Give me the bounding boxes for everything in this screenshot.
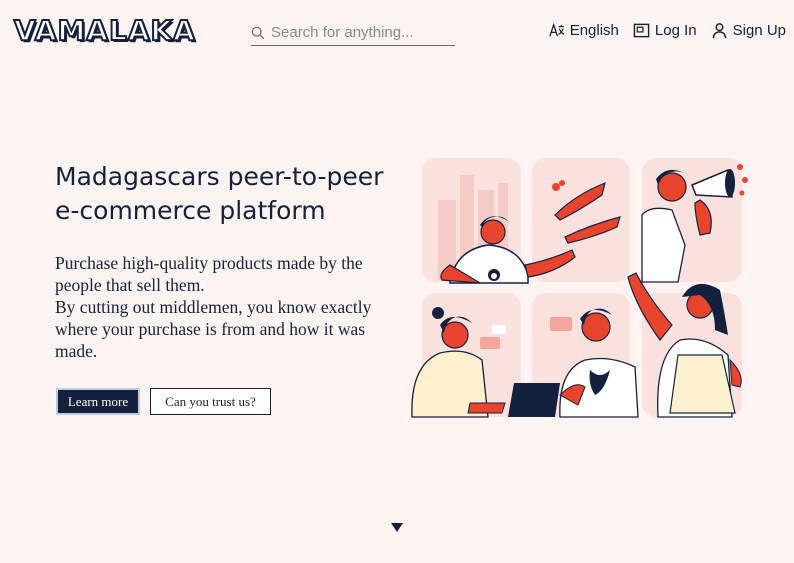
login-label: Log In <box>654 22 697 39</box>
language-icon <box>548 22 564 37</box>
top-nav: English Log In Sign Up <box>548 22 786 39</box>
user-icon <box>712 23 726 39</box>
scroll-down-arrow[interactable] <box>391 523 403 532</box>
search-icon <box>251 26 265 39</box>
signup-label: Sign Up <box>732 22 786 39</box>
signup-link[interactable]: Sign Up <box>711 22 786 39</box>
search-input[interactable] <box>271 24 451 41</box>
trust-button[interactable]: Can you trust us? <box>150 388 271 415</box>
search-bar[interactable] <box>251 20 455 46</box>
hero-paragraph-1: Purchase high-quality products made by t… <box>55 253 363 295</box>
header: VAMALAKA English Log In Sign Up <box>0 0 794 64</box>
hero-title: Madagascars peer-to-peer e-commerce plat… <box>55 162 384 225</box>
language-label: English <box>569 22 619 39</box>
learn-more-button[interactable]: Learn more <box>56 388 140 415</box>
logo[interactable]: VAMALAKA <box>13 14 196 48</box>
hero-paragraph-2: By cutting out middlemen, you know exact… <box>55 297 372 361</box>
language-selector[interactable]: English <box>548 22 619 39</box>
login-icon <box>633 23 650 38</box>
hero-description: Purchase high-quality products made by t… <box>55 252 400 362</box>
login-link[interactable]: Log In <box>633 22 697 39</box>
marketplace-illustration <box>411 158 748 418</box>
